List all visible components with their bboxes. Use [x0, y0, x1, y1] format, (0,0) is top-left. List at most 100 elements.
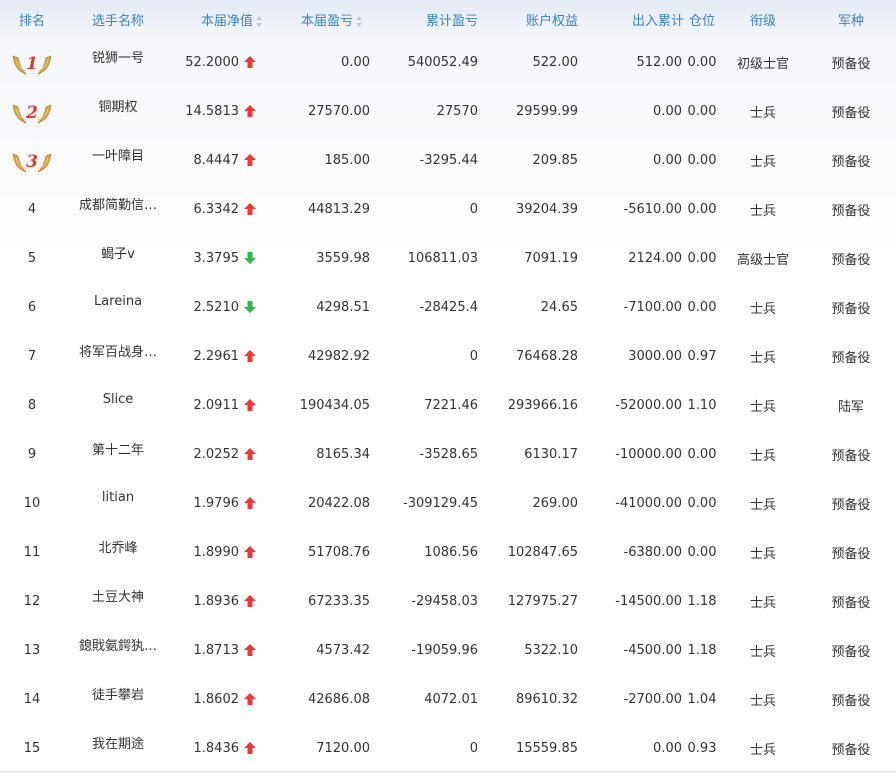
- player-name-cell[interactable]: litian: [64, 479, 172, 528]
- header-total-profit[interactable]: 累计盈亏: [372, 0, 478, 38]
- table-row[interactable]: 1 锐狮一号 52.2000 0.00 540052.49 522.00 512.00 0.0…: [0, 38, 896, 87]
- rank-cell: 12: [23, 594, 41, 609]
- inout-cell: -10000.00: [615, 447, 682, 462]
- table-row[interactable]: 4 成都简勤信… 6.3342 44813.29 0 39204.39 -5610.00 0.…: [0, 185, 896, 234]
- title-cell: 士兵: [749, 645, 776, 660]
- table-row[interactable]: 13 鎴戝氨鍔犱… 1.8713 4573.42 -19059.96 5322.10 -45…: [0, 626, 896, 675]
- player-name[interactable]: 一叶障目: [92, 145, 144, 164]
- header-player[interactable]: 选手名称: [64, 0, 172, 38]
- player-name-cell[interactable]: 我在期途: [64, 724, 172, 773]
- equity-cell: 522.00: [532, 55, 579, 70]
- army-cell: 预备役: [831, 449, 871, 464]
- header-army[interactable]: 军种: [806, 0, 896, 38]
- header-equity[interactable]: 账户权益: [478, 0, 578, 38]
- player-name[interactable]: litian: [102, 490, 134, 505]
- army-cell: 预备役: [831, 694, 871, 709]
- sort-icon[interactable]: [256, 15, 263, 27]
- title-cell: 士兵: [749, 449, 776, 464]
- player-name-cell[interactable]: 土豆大神: [64, 577, 172, 626]
- arrow-up-icon: [244, 349, 256, 362]
- player-name[interactable]: 第十二年: [92, 439, 144, 458]
- table-row[interactable]: 12 土豆大神 1.8936 67233.35 -29458.03 127975.27 -1…: [0, 577, 896, 626]
- player-name-cell[interactable]: 一叶障目: [64, 136, 172, 185]
- player-name[interactable]: 土豆大神: [92, 586, 144, 605]
- table-row[interactable]: 14 徒手攀岩 1.8602 42686.08 4072.01 89610.32 -2700…: [0, 675, 896, 724]
- army-cell: 预备役: [831, 155, 871, 170]
- arrow-up-icon: [244, 398, 256, 411]
- equity-cell: 102847.65: [507, 545, 578, 560]
- rank-cell: 4: [27, 202, 37, 217]
- leaderboard-table: 排名 选手名称 本届净值 本届盈亏 累计盈亏 账户权益 出入累计 仓位 衔级 军…: [0, 0, 896, 773]
- player-name-cell[interactable]: 北乔峰: [64, 528, 172, 577]
- total-profit-cell: 4072.01: [424, 692, 478, 707]
- total-profit-cell: 1086.56: [424, 545, 478, 560]
- equity-cell: 29599.99: [515, 104, 578, 119]
- inout-cell: 512.00: [636, 55, 683, 70]
- player-name[interactable]: Slice: [103, 392, 134, 407]
- player-name-cell[interactable]: 锐狮一号: [64, 38, 172, 87]
- title-cell: 士兵: [749, 596, 776, 611]
- header-position[interactable]: 仓位: [684, 0, 720, 38]
- arrow-down-icon: [244, 300, 256, 313]
- total-profit-cell: -28425.4: [419, 300, 478, 315]
- position-cell: 0.00: [687, 251, 717, 266]
- player-name-cell[interactable]: 将军百战身…: [64, 332, 172, 381]
- table-row[interactable]: 6 Lareina 2.5210 4298.51 -28425.4 24.65 -7100.…: [0, 283, 896, 332]
- player-name-cell[interactable]: 鎴戝氨鍔犱…: [64, 626, 172, 675]
- player-name[interactable]: 我在期途: [92, 733, 144, 752]
- player-name-cell[interactable]: 蝎子v: [64, 234, 172, 283]
- player-name-cell[interactable]: Lareina: [64, 283, 172, 332]
- arrow-up-icon: [244, 202, 256, 215]
- total-profit-cell: 7221.46: [424, 398, 478, 413]
- profit-cell: 67233.35: [307, 594, 370, 609]
- army-cell: 预备役: [831, 743, 871, 758]
- player-name-cell[interactable]: Slice: [64, 381, 172, 430]
- table-row[interactable]: 15 我在期途 1.8436 7120.00 0 15559.85 0.00 0.93 士兵 预备…: [0, 724, 896, 773]
- title-cell: 士兵: [749, 204, 776, 219]
- arrow-up-icon: [244, 55, 256, 68]
- rank-cell: 3: [0, 136, 64, 185]
- player-name[interactable]: Lareina: [94, 294, 142, 309]
- player-name[interactable]: 锐狮一号: [92, 47, 144, 66]
- table-row[interactable]: 5 蝎子v 3.3795 3559.98 106811.03 7091.19 2124.00…: [0, 234, 896, 283]
- player-name[interactable]: 成都简勤信…: [79, 194, 157, 213]
- table-row[interactable]: 3 一叶障目 8.4447 185.00 -3295.44 209.85 0.00 0.00 士…: [0, 136, 896, 185]
- nav-cell: 1.9796: [172, 479, 272, 528]
- position-cell: 0.97: [687, 349, 717, 364]
- table-row[interactable]: 10 litian 1.9796 20422.08 -309129.45 269.00 -4…: [0, 479, 896, 528]
- nav-cell: 2.5210: [172, 283, 272, 332]
- table-row[interactable]: 9 第十二年 2.0252 8165.34 -3528.65 6130.17 -10000.…: [0, 430, 896, 479]
- header-profit[interactable]: 本届盈亏: [272, 0, 372, 38]
- table-row[interactable]: 7 将军百战身… 2.2961 42982.92 0 76468.28 3000.00 0.9…: [0, 332, 896, 381]
- player-name-cell[interactable]: 铜期权: [64, 87, 172, 136]
- header-nav[interactable]: 本届净值: [172, 0, 272, 38]
- table-row[interactable]: 2 铜期权 14.5813 27570.00 27570 29599.99 0.00 0.00…: [0, 87, 896, 136]
- title-cell: 士兵: [749, 106, 776, 121]
- rank-medal-icon: 1: [12, 54, 52, 74]
- rank-cell: 9: [27, 447, 37, 462]
- table-row[interactable]: 8 Slice 2.0911 190434.05 7221.46 293966.16 -52…: [0, 381, 896, 430]
- table-row[interactable]: 11 北乔峰 1.8990 51708.76 1086.56 102847.65 -6380…: [0, 528, 896, 577]
- arrow-up-icon: [244, 594, 256, 607]
- player-name-cell[interactable]: 徒手攀岩: [64, 675, 172, 724]
- position-cell: 0.00: [687, 545, 717, 560]
- position-cell: 0.93: [687, 741, 717, 756]
- player-name[interactable]: 北乔峰: [98, 537, 137, 556]
- header-rank[interactable]: 排名: [0, 0, 64, 38]
- total-profit-cell: 106811.03: [407, 251, 478, 266]
- player-name[interactable]: 铜期权: [98, 96, 137, 115]
- sort-icon[interactable]: [356, 15, 363, 27]
- header-title[interactable]: 衔级: [720, 0, 806, 38]
- player-name[interactable]: 徒手攀岩: [92, 684, 144, 703]
- nav-cell: 1.8602: [172, 675, 272, 724]
- player-name-cell[interactable]: 成都简勤信…: [64, 185, 172, 234]
- header-inout[interactable]: 出入累计: [578, 0, 684, 38]
- svg-text:3: 3: [26, 152, 38, 172]
- player-name[interactable]: 蝎子v: [101, 243, 135, 262]
- player-name-cell[interactable]: 第十二年: [64, 430, 172, 479]
- army-cell: 预备役: [831, 57, 871, 72]
- total-profit-cell: -19059.96: [411, 643, 478, 658]
- total-profit-cell: -29458.03: [411, 594, 478, 609]
- player-name[interactable]: 鎴戝氨鍔犱…: [79, 635, 157, 654]
- player-name[interactable]: 将军百战身…: [79, 341, 157, 360]
